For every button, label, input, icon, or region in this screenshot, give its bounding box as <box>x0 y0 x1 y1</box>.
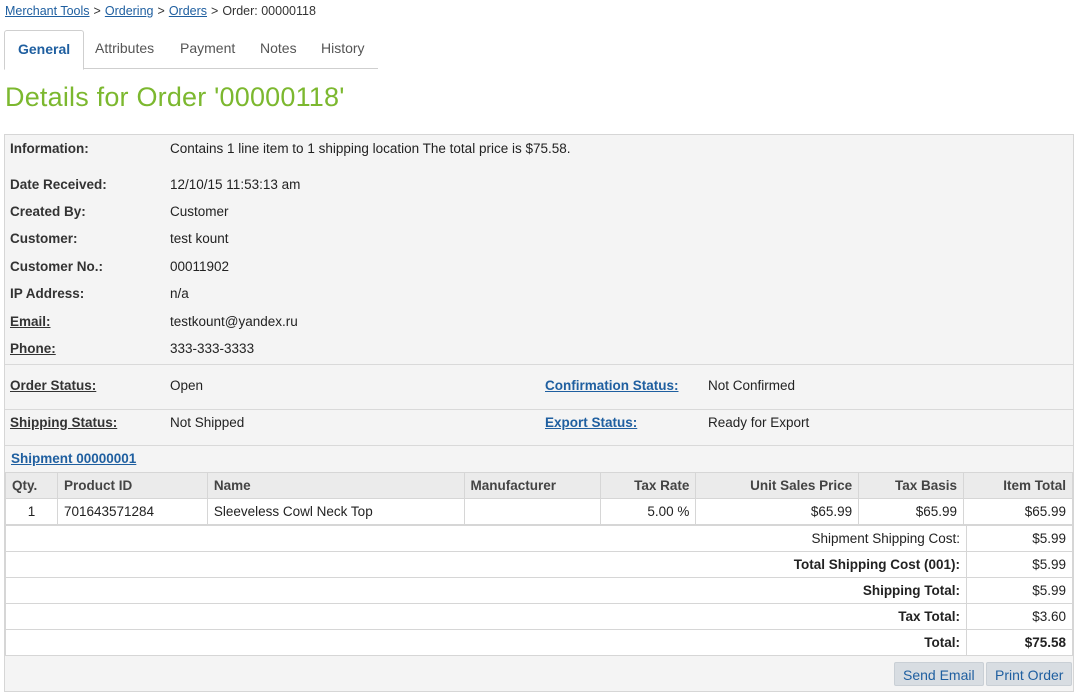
customer-label: Customer: <box>10 231 78 246</box>
phone-link[interactable]: Phone: <box>10 341 56 356</box>
phone-value: 333-333-3333 <box>170 341 255 356</box>
column-header-unit-sales-price: Unit Sales Price <box>695 472 860 499</box>
email-value: testkount@yandex.ru <box>170 314 298 329</box>
column-header-product-id: Product ID <box>56 472 208 499</box>
divider <box>5 409 1073 410</box>
column-header-tax-basis: Tax Basis <box>858 472 965 499</box>
shipment-shipping-cost-label: Shipment Shipping Cost: <box>4 525 968 552</box>
tab-general[interactable]: General <box>4 30 85 70</box>
export-status-value: Ready for Export <box>708 415 810 430</box>
shipping-status-value: Not Shipped <box>170 415 245 430</box>
column-header-qty: Qty. <box>5 472 58 499</box>
tab-history[interactable]: History <box>321 30 365 69</box>
totals-row: Tax Total: $3.60 <box>4 603 1073 630</box>
print-order-button[interactable]: Print Order <box>986 662 1073 686</box>
confirmation-status-link[interactable]: Confirmation Status: <box>545 378 679 393</box>
totals-row: Shipping Total: $5.99 <box>4 577 1073 604</box>
breadcrumb-current: Order: 00000118 <box>222 4 316 18</box>
shipment-link[interactable]: Shipment 00000001 <box>11 451 136 466</box>
email-link[interactable]: Email: <box>10 314 51 329</box>
customer-no-label: Customer No.: <box>10 259 104 274</box>
order-status-value: Open <box>170 378 204 393</box>
tab-payment[interactable]: Payment <box>180 30 235 69</box>
date-received-value: 12/10/15 11:53:13 am <box>170 177 301 192</box>
total-shipping-cost-value: $5.99 <box>966 551 1073 578</box>
table-row: 1 701643571284 Sleeveless Cowl Neck Top … <box>5 498 1073 525</box>
shipping-total-label: Shipping Total: <box>4 577 968 604</box>
breadcrumb-link-merchant-tools[interactable]: Merchant Tools <box>5 4 90 18</box>
breadcrumb-separator: > <box>211 4 219 18</box>
order-totals-table: Shipment Shipping Cost: $5.99 Total Ship… <box>4 525 1073 656</box>
ip-address-value: n/a <box>170 286 189 301</box>
order-total-value: $75.58 <box>966 629 1073 656</box>
order-total-label: Total: <box>4 629 968 656</box>
column-header-manufacturer: Manufacturer <box>463 472 602 499</box>
breadcrumb-separator: > <box>157 4 165 18</box>
tab-notes[interactable]: Notes <box>260 30 297 69</box>
page-title: Details for Order '00000118' <box>5 82 345 112</box>
shipping-total-value: $5.99 <box>966 577 1073 604</box>
shipping-status-link[interactable]: Shipping Status: <box>10 415 117 430</box>
ip-address-label: IP Address: <box>10 286 85 301</box>
created-by-value: Customer <box>170 204 229 219</box>
cell-tax-basis: $65.99 <box>858 498 965 525</box>
tab-attributes[interactable]: Attributes <box>95 30 154 69</box>
customer-no-value: 00011902 <box>170 259 230 274</box>
created-by-label: Created By: <box>10 204 86 219</box>
cell-product-id: 701643571284 <box>56 498 208 525</box>
total-shipping-cost-label: Total Shipping Cost (001): <box>4 551 968 578</box>
column-header-name: Name <box>206 472 465 499</box>
tax-total-value: $3.60 <box>966 603 1073 630</box>
cell-tax-rate: 5.00 % <box>600 498 697 525</box>
column-header-tax-rate: Tax Rate <box>600 472 697 499</box>
totals-row: Total: $75.58 <box>4 629 1073 656</box>
send-email-button[interactable]: Send Email <box>894 662 984 686</box>
cell-qty: 1 <box>5 498 58 525</box>
tax-total-label: Tax Total: <box>4 603 968 630</box>
breadcrumb-separator: > <box>93 4 101 18</box>
order-details-panel: Information: Contains 1 line item to 1 s… <box>4 134 1074 692</box>
information-value: Contains 1 line item to 1 shipping locat… <box>170 141 571 156</box>
cell-name: Sleeveless Cowl Neck Top <box>206 498 465 525</box>
shipment-shipping-cost-value: $5.99 <box>966 525 1073 552</box>
totals-row: Total Shipping Cost (001): $5.99 <box>4 551 1073 578</box>
customer-value: test kount <box>170 231 229 246</box>
cell-item-total: $65.99 <box>963 498 1073 525</box>
information-label: Information: <box>10 141 89 156</box>
date-received-label: Date Received: <box>10 177 107 192</box>
divider <box>5 445 1073 446</box>
export-status-link[interactable]: Export Status: <box>545 415 637 430</box>
breadcrumb: Merchant Tools > Ordering > Orders > Order: 00… <box>5 4 316 18</box>
breadcrumb-link-orders[interactable]: Orders <box>169 4 207 18</box>
divider <box>5 364 1073 365</box>
cell-manufacturer <box>463 498 602 525</box>
tab-bar: General Attributes Payment Notes History <box>4 30 378 70</box>
cell-unit-sales-price: $65.99 <box>695 498 860 525</box>
order-status-link[interactable]: Order Status: <box>10 378 96 393</box>
totals-row: Shipment Shipping Cost: $5.99 <box>4 525 1073 552</box>
table-header-row: Qty. Product ID Name Manufacturer Tax Ra… <box>5 472 1073 499</box>
shipment-items-table: Qty. Product ID Name Manufacturer Tax Ra… <box>5 472 1073 525</box>
confirmation-status-value: Not Confirmed <box>708 378 796 393</box>
column-header-item-total: Item Total <box>963 472 1073 499</box>
breadcrumb-link-ordering[interactable]: Ordering <box>105 4 154 18</box>
